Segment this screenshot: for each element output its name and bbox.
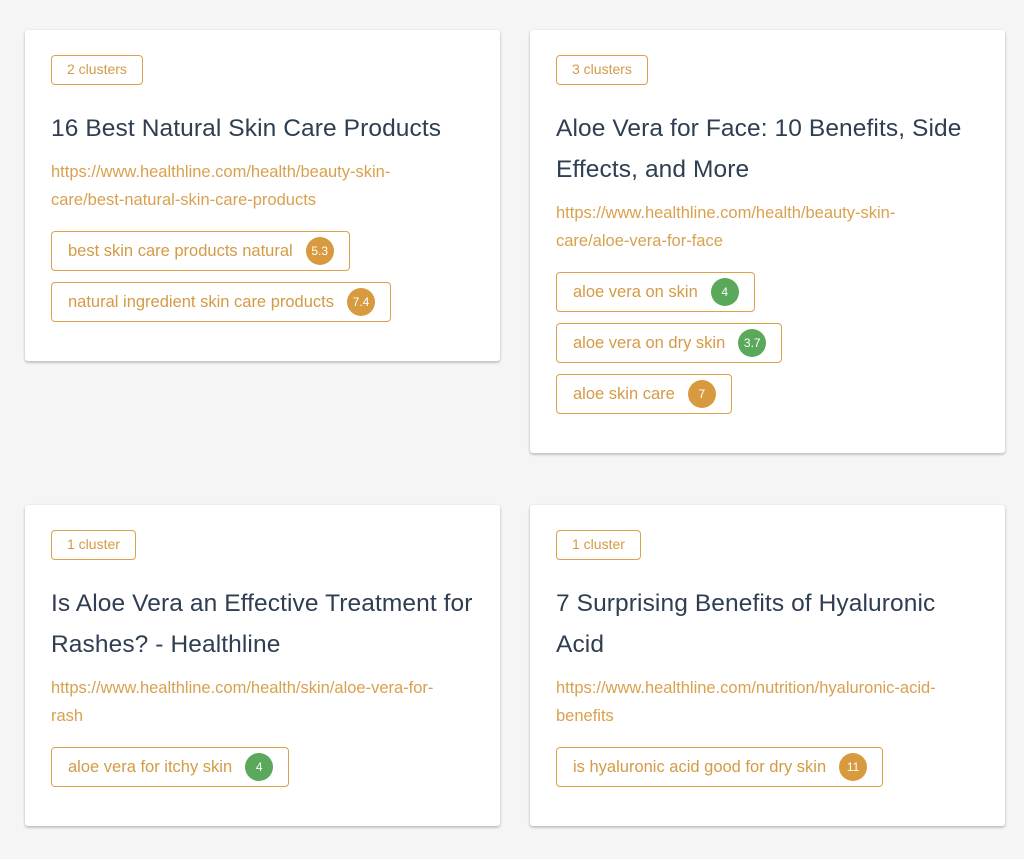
keyword-chip[interactable]: aloe vera on dry skin 3.7 [556,323,783,363]
keyword-score-badge: 7 [687,380,716,408]
keyword-label: aloe vera on dry skin [573,333,726,352]
page-title: Is Aloe Vera an Effective Treatment for … [51,590,473,658]
keyword-chip[interactable]: is hyaluronic acid good for dry skin 11 [556,747,884,787]
page-url-link[interactable]: https://www.healthline.com/nutrition/hya… [556,674,956,730]
page-title: 16 Best Natural Skin Care Products [51,115,442,142]
keyword-list: is hyaluronic acid good for dry skin 11 [556,747,979,787]
page-card: 3 clusters Aloe Vera for Face: 10 Benefi… [530,30,1005,453]
cluster-count-badge: 1 cluster [556,530,641,560]
keyword-score-badge: 4 [245,753,274,781]
keyword-list: aloe vera on skin 4 aloe vera on dry ski… [556,272,979,414]
cluster-count-badge: 2 clusters [51,55,143,85]
keyword-label: aloe vera on skin [573,282,698,301]
keyword-chip[interactable]: natural ingredient skin care products 7.… [51,282,391,322]
keyword-score-badge: 4 [710,278,739,306]
keyword-chip[interactable]: aloe skin care 7 [556,374,732,414]
keyword-score-badge: 3.7 [738,329,767,357]
page-card: 1 cluster 7 Surprising Benefits of Hyalu… [530,505,1005,826]
keyword-label: best skin care products natural [68,241,293,260]
cluster-count-badge: 1 cluster [51,530,136,560]
keyword-chip[interactable]: aloe vera for itchy skin 4 [51,747,290,787]
keyword-score-badge: 5.3 [305,237,334,265]
page-card: 2 clusters 16 Best Natural Skin Care Pro… [25,30,500,361]
page-title: Aloe Vera for Face: 10 Benefits, Side Ef… [556,115,962,183]
page-url-link[interactable]: https://www.healthline.com/health/skin/a… [51,674,451,730]
keyword-label: is hyaluronic acid good for dry skin [573,757,827,776]
page-url-link[interactable]: https://www.healthline.com/health/beauty… [556,199,956,255]
keyword-chip[interactable]: aloe vera on skin 4 [556,272,755,312]
keyword-label: aloe skin care [573,384,675,403]
page-title: 7 Surprising Benefits of Hyaluronic Acid [556,590,936,658]
page-url-link[interactable]: https://www.healthline.com/health/beauty… [51,158,451,214]
keyword-label: aloe vera for itchy skin [68,757,233,776]
keyword-list: aloe vera for itchy skin 4 [51,747,474,787]
page-cards-grid: 2 clusters 16 Best Natural Skin Care Pro… [0,0,1024,859]
keyword-score-badge: 7.4 [346,288,375,316]
cluster-count-badge: 3 clusters [556,55,648,85]
keyword-list: best skin care products natural 5.3 natu… [51,231,474,322]
page-card: 1 cluster Is Aloe Vera an Effective Trea… [25,505,500,826]
keyword-score-badge: 11 [839,753,868,781]
keyword-label: natural ingredient skin care products [68,292,334,311]
keyword-chip[interactable]: best skin care products natural 5.3 [51,231,350,271]
